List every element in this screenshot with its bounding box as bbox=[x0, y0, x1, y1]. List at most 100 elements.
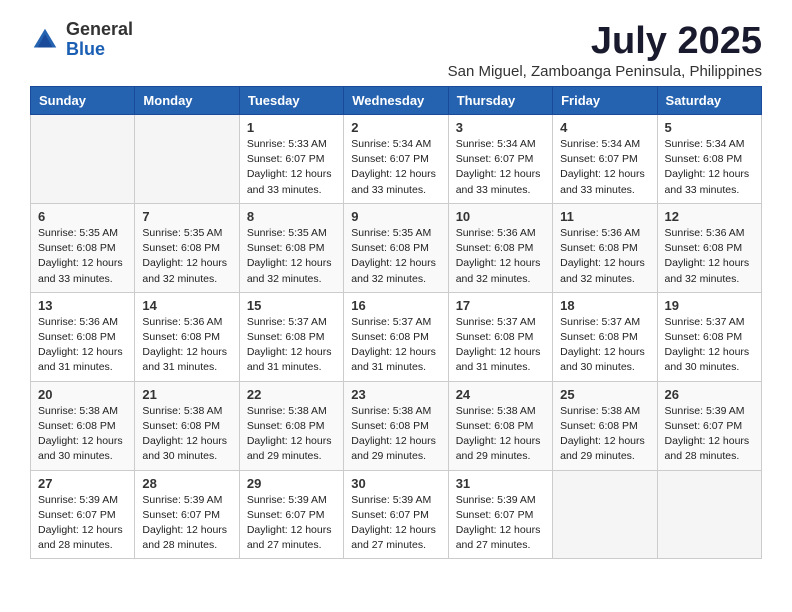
day-number: 15 bbox=[247, 298, 336, 313]
calendar-cell: 1Sunrise: 5:33 AM Sunset: 6:07 PM Daylig… bbox=[239, 115, 343, 204]
calendar-cell: 12 Sunrise: 5:36 AM Sunset: 6:08 PM Dayli… bbox=[657, 203, 761, 292]
day-info: Sunrise: 5:34 AM Sunset: 6:07 PM Dayligh… bbox=[351, 137, 440, 198]
day-info: Sunrise: 5:34 AM Sunset: 6:07 PM Dayligh… bbox=[456, 137, 545, 198]
header-monday: Monday bbox=[135, 87, 239, 115]
calendar-cell: 13 Sunrise: 5:36 AM Sunset: 6:08 PM Dayli… bbox=[31, 292, 135, 381]
day-info: Sunrise: 5:38 AM Sunset: 6:08 PM Dayligh… bbox=[456, 404, 545, 465]
calendar-week-2: 6 Sunrise: 5:35 AM Sunset: 6:08 PM Daylig… bbox=[31, 203, 762, 292]
day-number: 12 bbox=[665, 209, 754, 224]
calendar-cell: 15 Sunrise: 5:37 AM Sunset: 6:08 PM Dayli… bbox=[239, 292, 343, 381]
day-info: Sunrise: 5:36 AM Sunset: 6:08 PM Dayligh… bbox=[38, 315, 127, 376]
day-number: 13 bbox=[38, 298, 127, 313]
day-number: 24 bbox=[456, 387, 545, 402]
day-info: Sunrise: 5:36 AM Sunset: 6:08 PM Dayligh… bbox=[665, 226, 754, 287]
day-info: Sunrise: 5:39 AM Sunset: 6:07 PM Dayligh… bbox=[456, 493, 545, 554]
calendar-cell: 30 Sunrise: 5:39 AM Sunset: 6:07 PM Dayli… bbox=[344, 470, 448, 559]
day-info: Sunrise: 5:39 AM Sunset: 6:07 PM Dayligh… bbox=[665, 404, 754, 465]
day-number: 26 bbox=[665, 387, 754, 402]
header-friday: Friday bbox=[553, 87, 657, 115]
day-number: 22 bbox=[247, 387, 336, 402]
day-number: 7 bbox=[142, 209, 231, 224]
day-info: Sunrise: 5:39 AM Sunset: 6:07 PM Dayligh… bbox=[142, 493, 231, 554]
day-info: Sunrise: 5:38 AM Sunset: 6:08 PM Dayligh… bbox=[247, 404, 336, 465]
calendar-cell: 20Sunrise: 5:38 AM Sunset: 6:08 PM Dayli… bbox=[31, 381, 135, 470]
day-number: 23 bbox=[351, 387, 440, 402]
day-number: 27 bbox=[38, 476, 127, 491]
calendar-week-4: 20 Sunrise: 5:38 AM Sunset: 6:08 PM Dayli… bbox=[31, 381, 762, 470]
title-block: July 2025 San Miguel, Zamboanga Peninsul… bbox=[448, 20, 762, 80]
day-number: 14 bbox=[142, 298, 231, 313]
day-number: 31 bbox=[456, 476, 545, 491]
logo-blue: Blue bbox=[66, 40, 133, 60]
calendar-cell: 3 Sunrise: 5:34 AM Sunset: 6:07 PM Daylig… bbox=[448, 115, 552, 204]
day-info: Sunrise: 5:39 AM Sunset: 6:07 PM Dayligh… bbox=[351, 493, 440, 554]
day-info: Sunrise: 5:38 AM Sunset: 6:08 PM Dayligh… bbox=[142, 404, 231, 465]
calendar-cell: 9Sunrise: 5:35 AM Sunset: 6:08 PM Daylig… bbox=[344, 203, 448, 292]
day-number: 17 bbox=[456, 298, 545, 313]
day-number: 8 bbox=[247, 209, 336, 224]
day-number: 28 bbox=[142, 476, 231, 491]
day-info: Sunrise: 5:35 AM Sunset: 6:08 PM Dayligh… bbox=[351, 226, 440, 287]
header-thursday: Thursday bbox=[448, 87, 552, 115]
day-info: Sunrise: 5:34 AM Sunset: 6:07 PM Dayligh… bbox=[560, 137, 649, 198]
calendar-cell: 25Sunrise: 5:38 AM Sunset: 6:08 PM Dayli… bbox=[553, 381, 657, 470]
calendar-table: SundayMondayTuesdayWednesdayThursdayFrid… bbox=[30, 86, 762, 559]
calendar-cell: 23 Sunrise: 5:38 AM Sunset: 6:08 PM Dayli… bbox=[344, 381, 448, 470]
day-number: 30 bbox=[351, 476, 440, 491]
location-title: San Miguel, Zamboanga Peninsula, Philipp… bbox=[448, 63, 762, 80]
day-info: Sunrise: 5:34 AM Sunset: 6:08 PM Dayligh… bbox=[665, 137, 754, 198]
calendar-cell: 31 Sunrise: 5:39 AM Sunset: 6:07 PM Dayli… bbox=[448, 470, 552, 559]
calendar-cell: 27 Sunrise: 5:39 AM Sunset: 6:07 PM Dayli… bbox=[31, 470, 135, 559]
day-number: 6 bbox=[38, 209, 127, 224]
calendar-cell: 28 Sunrise: 5:39 AM Sunset: 6:07 PM Dayli… bbox=[135, 470, 239, 559]
calendar-cell: 22 Sunrise: 5:38 AM Sunset: 6:08 PM Dayli… bbox=[239, 381, 343, 470]
calendar-cell: 11Sunrise: 5:36 AM Sunset: 6:08 PM Dayli… bbox=[553, 203, 657, 292]
calendar-week-5: 27 Sunrise: 5:39 AM Sunset: 6:07 PM Dayli… bbox=[31, 470, 762, 559]
calendar-cell bbox=[657, 470, 761, 559]
day-info: Sunrise: 5:35 AM Sunset: 6:08 PM Dayligh… bbox=[247, 226, 336, 287]
day-number: 19 bbox=[665, 298, 754, 313]
calendar-cell: 4 Sunrise: 5:34 AM Sunset: 6:07 PM Daylig… bbox=[553, 115, 657, 204]
calendar-cell: 17 Sunrise: 5:37 AM Sunset: 6:08 PM Dayli… bbox=[448, 292, 552, 381]
calendar-cell: 24 Sunrise: 5:38 AM Sunset: 6:08 PM Dayli… bbox=[448, 381, 552, 470]
day-info: Sunrise: 5:38 AM Sunset: 6:08 PM Dayligh… bbox=[351, 404, 440, 465]
day-info: Sunrise: 5:35 AM Sunset: 6:08 PM Dayligh… bbox=[38, 226, 127, 287]
calendar-cell bbox=[553, 470, 657, 559]
header-wednesday: Wednesday bbox=[344, 87, 448, 115]
calendar-cell: 18Sunrise: 5:37 AM Sunset: 6:08 PM Dayli… bbox=[553, 292, 657, 381]
day-number: 20 bbox=[38, 387, 127, 402]
calendar-cell: 7Sunrise: 5:35 AM Sunset: 6:08 PM Daylig… bbox=[135, 203, 239, 292]
day-info: Sunrise: 5:37 AM Sunset: 6:08 PM Dayligh… bbox=[247, 315, 336, 376]
day-number: 29 bbox=[247, 476, 336, 491]
day-info: Sunrise: 5:39 AM Sunset: 6:07 PM Dayligh… bbox=[247, 493, 336, 554]
calendar-cell bbox=[135, 115, 239, 204]
calendar-cell: 2 Sunrise: 5:34 AM Sunset: 6:07 PM Daylig… bbox=[344, 115, 448, 204]
day-info: Sunrise: 5:37 AM Sunset: 6:08 PM Dayligh… bbox=[560, 315, 649, 376]
day-number: 16 bbox=[351, 298, 440, 313]
calendar-cell: 29 Sunrise: 5:39 AM Sunset: 6:07 PM Dayli… bbox=[239, 470, 343, 559]
calendar-cell: 16 Sunrise: 5:37 AM Sunset: 6:08 PM Dayli… bbox=[344, 292, 448, 381]
day-number: 4 bbox=[560, 120, 649, 135]
day-number: 2 bbox=[351, 120, 440, 135]
day-number: 10 bbox=[456, 209, 545, 224]
calendar-cell: 21 Sunrise: 5:38 AM Sunset: 6:08 PM Dayli… bbox=[135, 381, 239, 470]
day-info: Sunrise: 5:37 AM Sunset: 6:08 PM Dayligh… bbox=[665, 315, 754, 376]
day-number: 1 bbox=[247, 120, 336, 135]
day-number: 3 bbox=[456, 120, 545, 135]
day-info: Sunrise: 5:39 AM Sunset: 6:07 PM Dayligh… bbox=[38, 493, 127, 554]
calendar-cell: 26 Sunrise: 5:39 AM Sunset: 6:07 PM Dayli… bbox=[657, 381, 761, 470]
day-info: Sunrise: 5:37 AM Sunset: 6:08 PM Dayligh… bbox=[456, 315, 545, 376]
calendar-cell: 8 Sunrise: 5:35 AM Sunset: 6:08 PM Daylig… bbox=[239, 203, 343, 292]
calendar-cell: 6 Sunrise: 5:35 AM Sunset: 6:08 PM Daylig… bbox=[31, 203, 135, 292]
logo-icon bbox=[30, 25, 60, 55]
calendar-cell: 5 Sunrise: 5:34 AM Sunset: 6:08 PM Daylig… bbox=[657, 115, 761, 204]
day-number: 5 bbox=[665, 120, 754, 135]
header-tuesday: Tuesday bbox=[239, 87, 343, 115]
day-number: 11 bbox=[560, 209, 649, 224]
day-info: Sunrise: 5:37 AM Sunset: 6:08 PM Dayligh… bbox=[351, 315, 440, 376]
logo-text: General Blue bbox=[66, 20, 133, 60]
day-info: Sunrise: 5:38 AM Sunset: 6:08 PM Dayligh… bbox=[560, 404, 649, 465]
day-number: 21 bbox=[142, 387, 231, 402]
page-header: General Blue July 2025 San Miguel, Zambo… bbox=[30, 20, 762, 80]
calendar-cell bbox=[31, 115, 135, 204]
